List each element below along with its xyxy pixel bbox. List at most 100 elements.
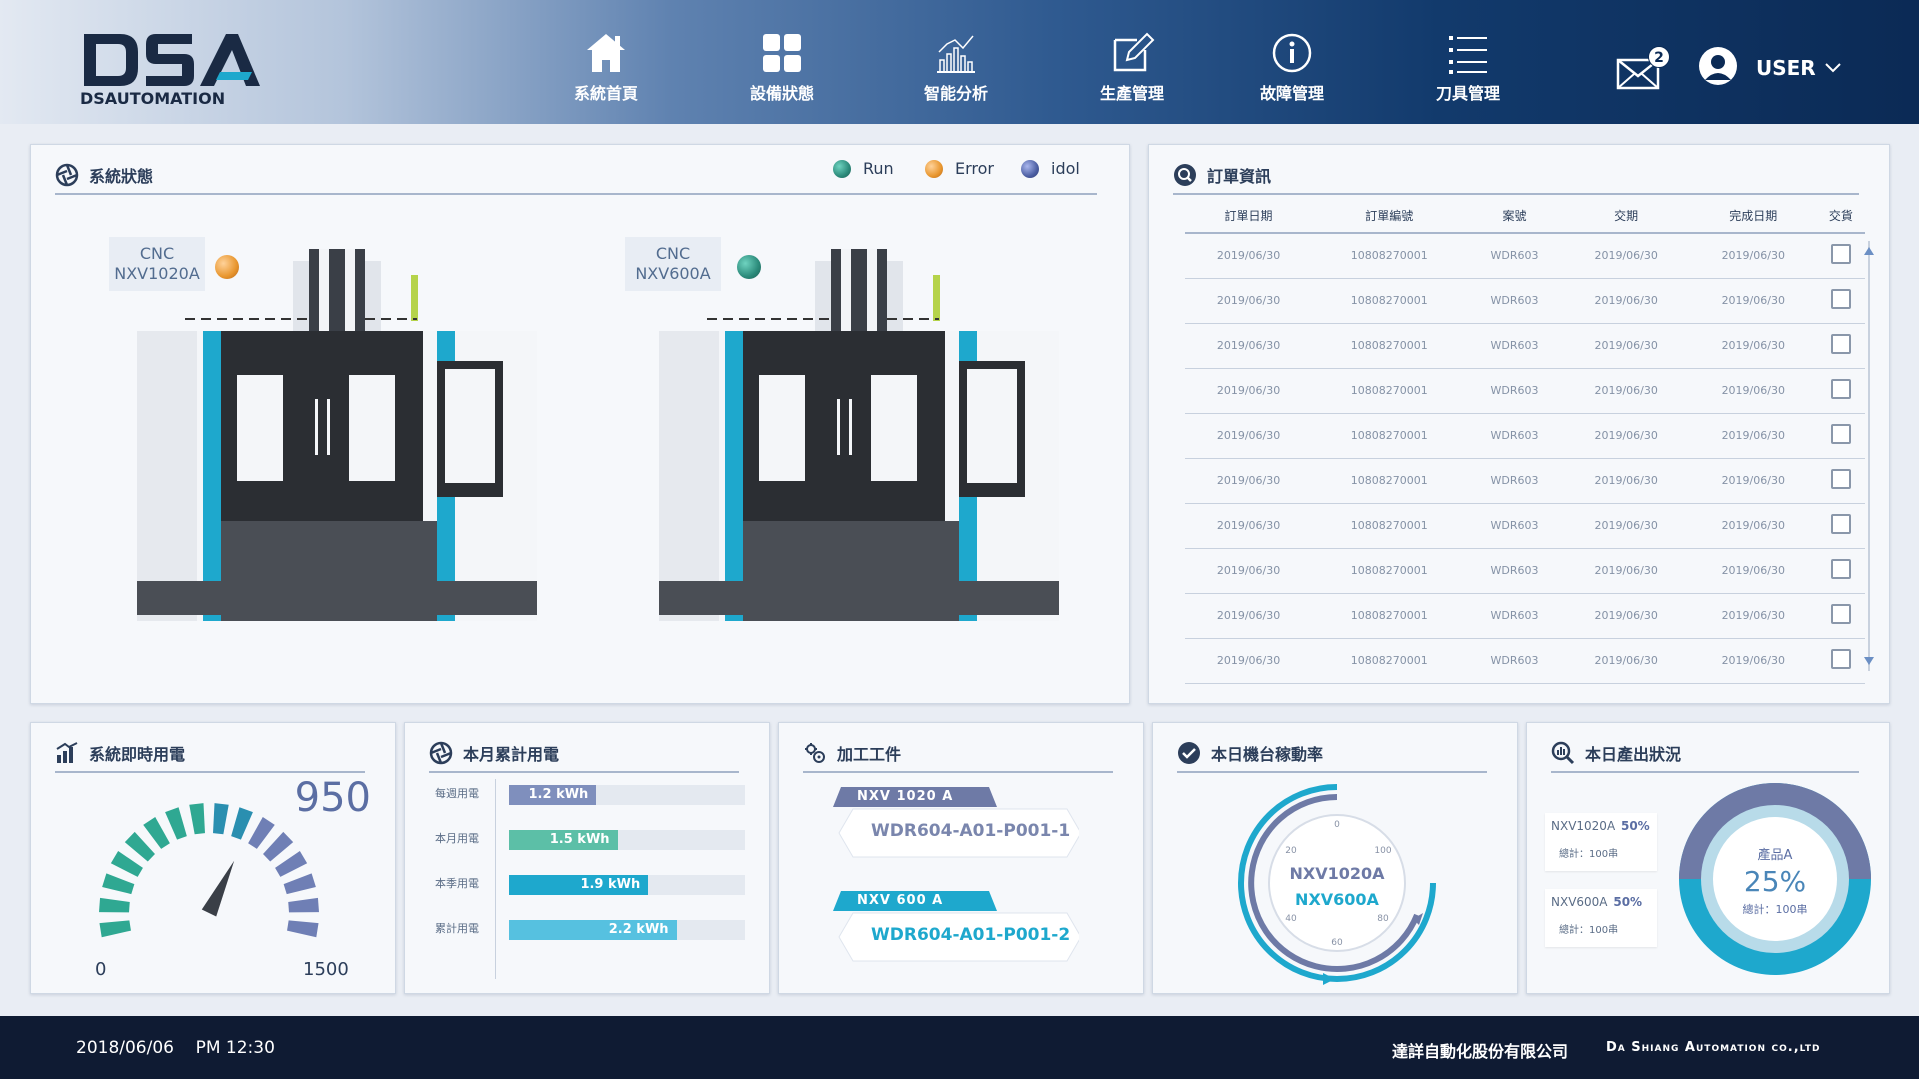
divider: [55, 771, 365, 773]
info-icon: [1272, 33, 1312, 73]
tick-80: 80: [1377, 914, 1389, 924]
power-panel-title: 系統即時用電: [55, 739, 185, 767]
nav-tool[interactable]: 刀具管理: [1408, 30, 1528, 110]
table-cell: 10808270001: [1312, 548, 1467, 594]
gauge-tick: [275, 850, 308, 877]
delivered-cell: [1816, 638, 1865, 684]
table-cell: WDR603: [1466, 323, 1563, 369]
delivered-checkbox[interactable]: [1830, 424, 1851, 444]
delivered-checkbox[interactable]: [1830, 604, 1851, 624]
legend-error-label: Error: [955, 159, 994, 178]
bar-value: 1.9 kWh: [580, 877, 641, 892]
donut-center-total: 總計：100串: [1743, 902, 1808, 916]
table-row[interactable]: 2019/06/30 10808270001 WDR603 2019/06/30 201…: [1185, 233, 1865, 279]
gauge-needle: [201, 860, 235, 917]
nav-equipment[interactable]: 設備狀態: [722, 30, 842, 110]
col-order-date[interactable]: 訂單日期: [1185, 199, 1313, 234]
delivered-checkbox[interactable]: [1830, 379, 1851, 399]
table-cell: 2019/06/30: [1689, 593, 1817, 639]
table-row[interactable]: 2019/06/30 10808270001 WDR603 2019/06/30 201…: [1185, 548, 1865, 594]
avatar-icon[interactable]: [1698, 46, 1738, 86]
delivered-checkbox[interactable]: [1830, 334, 1851, 354]
col-delivered[interactable]: 交貨: [1816, 199, 1865, 234]
nav-fault[interactable]: 故障管理: [1232, 30, 1352, 110]
table-row[interactable]: 2019/06/30 10808270001 WDR603 2019/06/30 201…: [1185, 368, 1865, 414]
logo-subtext: DSAUTOMATION: [80, 89, 225, 108]
orders-title: 訂單資訊: [1207, 167, 1272, 186]
table-cell: 2019/06/30: [1562, 233, 1690, 279]
table-row[interactable]: 2019/06/30 10808270001 WDR603 2019/06/30 201…: [1185, 503, 1865, 549]
gauge-tick: [102, 873, 135, 895]
util-machine-2-label: NXV600A: [1295, 890, 1380, 909]
table-row[interactable]: 2019/06/30 10808270001 WDR603 2019/06/30 201…: [1185, 278, 1865, 324]
gauge-tick: [231, 807, 253, 840]
table-cell: 2019/06/30: [1562, 413, 1690, 459]
orders-scrollbar[interactable]: [1861, 241, 1877, 671]
bar-value: 2.2 kWh: [608, 922, 669, 937]
scroll-down-arrow-icon: [1864, 657, 1874, 665]
col-case-number[interactable]: 案號: [1466, 199, 1563, 234]
table-row[interactable]: 2019/06/30 10808270001 WDR603 2019/06/30 201…: [1185, 413, 1865, 459]
divider: [803, 771, 1113, 773]
delivered-cell: [1816, 548, 1865, 594]
chart-icon: [937, 35, 975, 73]
nav-tool-label: 刀具管理: [1435, 84, 1500, 103]
table-cell: 2019/06/30: [1689, 368, 1817, 414]
bar-track: 1.5 kWh: [509, 830, 745, 850]
idle-dot: [1021, 159, 1039, 178]
delivered-checkbox[interactable]: [1830, 514, 1851, 534]
work-item-1[interactable]: NXV 1020 A WDR604-A01-P001-1: [829, 787, 1079, 887]
table-cell: WDR603: [1466, 593, 1563, 639]
delivered-checkbox[interactable]: [1830, 649, 1851, 669]
mail-button[interactable]: 2: [1616, 46, 1670, 92]
footer-bar: 2018/06/06 PM 12:30 達詳自動化股份有限公司 Da Shian…: [0, 1016, 1919, 1079]
delivered-checkbox[interactable]: [1830, 289, 1851, 309]
check-circle-icon: [1178, 742, 1200, 764]
table-cell: 2019/06/30: [1185, 548, 1313, 594]
divider: [55, 193, 1097, 195]
table-row[interactable]: 2019/06/30 10808270001 WDR603 2019/06/30 201…: [1185, 593, 1865, 639]
output-item-2: NXV600A 50% 總計：100串: [1545, 889, 1657, 947]
cnc-machine-2-image[interactable]: [659, 245, 1079, 665]
bar-label: 每週用電: [435, 787, 479, 800]
output-item-2-name: NXV600A: [1551, 895, 1608, 909]
delivered-cell: [1816, 233, 1865, 279]
nav-analysis[interactable]: 智能分析: [896, 30, 1016, 110]
monthly-panel-title: 本月累計用電: [429, 739, 559, 767]
gauge-tick: [288, 897, 319, 913]
col-completion-date[interactable]: 完成日期: [1689, 199, 1817, 234]
nav-home[interactable]: 系統首頁: [546, 30, 666, 110]
table-row[interactable]: 2019/06/30 10808270001 WDR603 2019/06/30 201…: [1185, 323, 1865, 369]
output-item-2-pct: 50%: [1613, 895, 1643, 909]
nav-fault-label: 故障管理: [1259, 84, 1324, 103]
legend-run-label: Run: [863, 159, 894, 178]
delivered-cell: [1816, 323, 1865, 369]
bar-fill: 1.9 kWh: [509, 875, 649, 895]
work-title: 加工工件: [837, 745, 902, 764]
cnc-machine-1-image[interactable]: [137, 245, 557, 665]
work-item-2[interactable]: NXV 600 A WDR604-A01-P001-2: [829, 891, 1079, 991]
table-cell: 10808270001: [1312, 368, 1467, 414]
table-cell: 2019/06/30: [1689, 458, 1817, 504]
table-cell: WDR603: [1466, 278, 1563, 324]
delivered-checkbox[interactable]: [1830, 244, 1851, 265]
table-cell: 2019/06/30: [1689, 413, 1817, 459]
table-cell: 10808270001: [1312, 593, 1467, 639]
tick-20: 20: [1285, 846, 1297, 856]
bar-track: 1.9 kWh: [509, 875, 745, 895]
table-row[interactable]: 2019/06/30 10808270001 WDR603 2019/06/30 201…: [1185, 458, 1865, 504]
chevron-down-icon[interactable]: [1824, 58, 1842, 76]
output-panel-title: 本日產出狀況: [1551, 739, 1681, 767]
bar-label: 本季用電: [435, 877, 479, 890]
table-cell: 2019/06/30: [1562, 278, 1690, 324]
nav-production[interactable]: 生產管理: [1072, 30, 1192, 110]
delivered-checkbox[interactable]: [1830, 469, 1851, 489]
col-due-date[interactable]: 交期: [1562, 199, 1690, 234]
user-name[interactable]: USER: [1756, 56, 1816, 80]
orders-header-row: 訂單日期 訂單編號 案號 交期 完成日期 交貨: [1185, 199, 1865, 234]
run-dot: [833, 159, 851, 178]
delivered-checkbox[interactable]: [1830, 559, 1851, 579]
table-row[interactable]: 2019/06/30 10808270001 WDR603 2019/06/30 201…: [1185, 638, 1865, 684]
table-cell: WDR603: [1466, 503, 1563, 549]
col-order-number[interactable]: 訂單編號: [1312, 199, 1467, 234]
